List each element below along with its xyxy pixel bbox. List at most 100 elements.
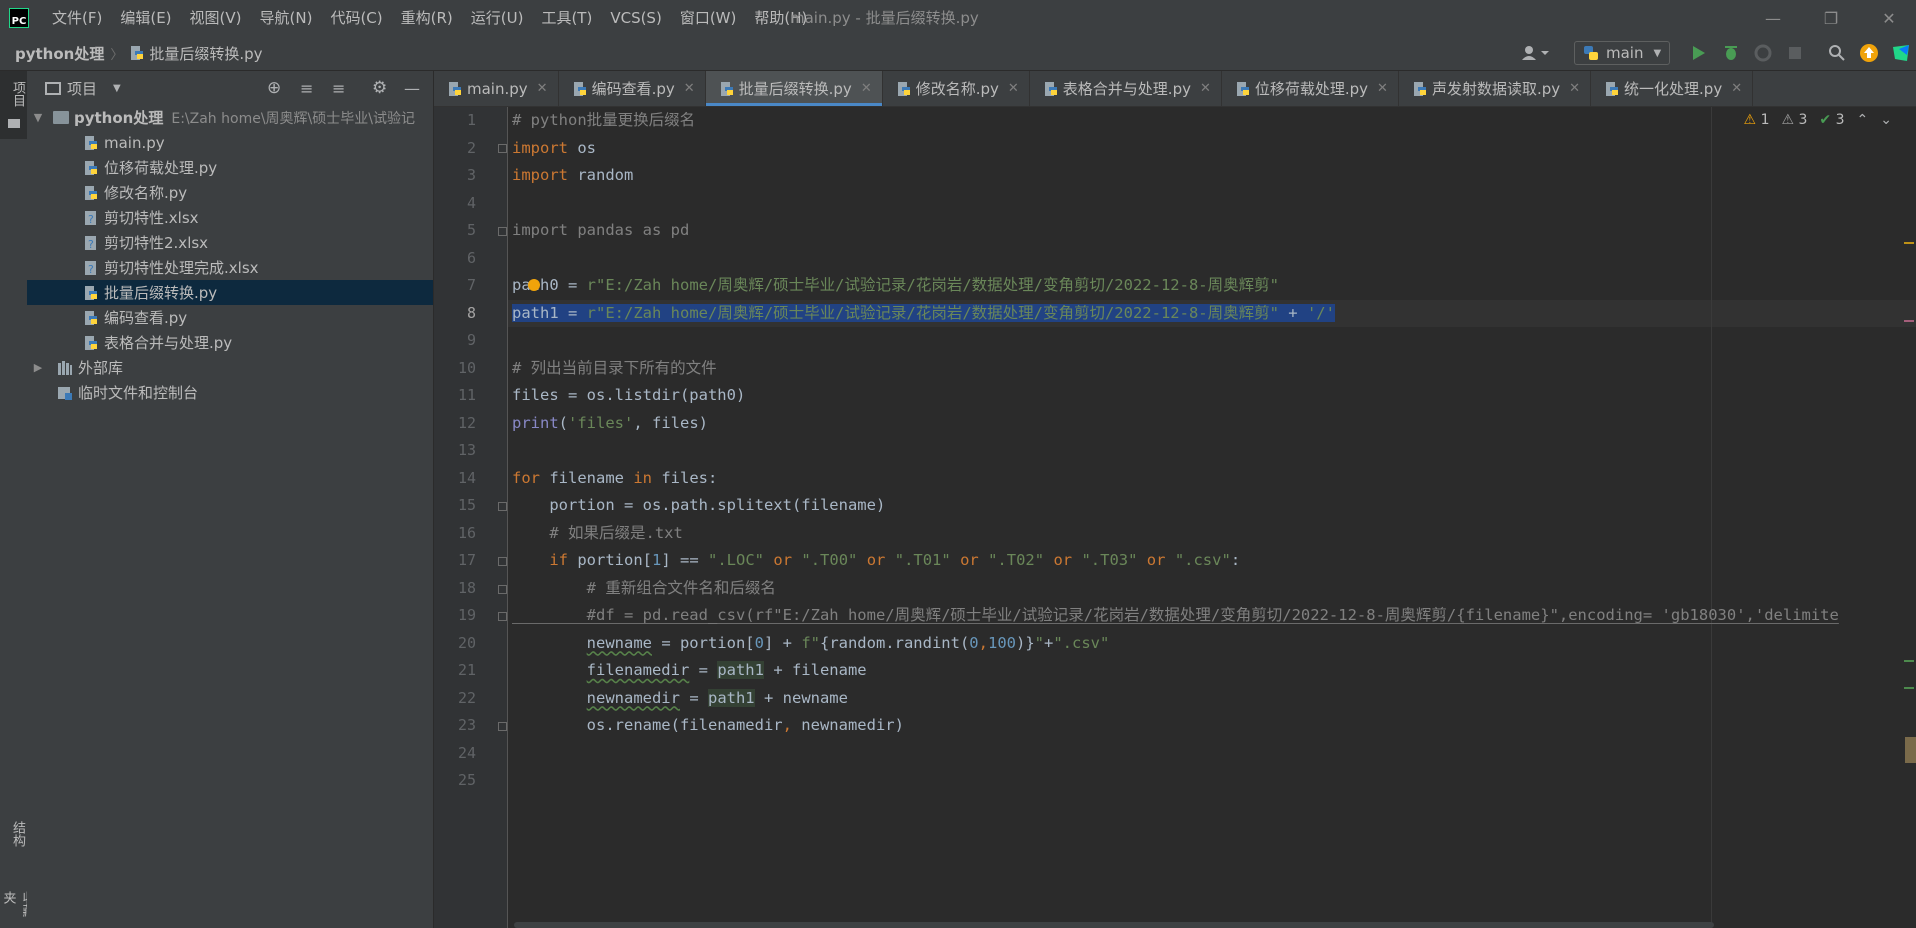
debug-icon[interactable] (1720, 42, 1742, 64)
hide-panel-icon[interactable]: — (404, 79, 420, 98)
fold-marker-icon[interactable] (498, 722, 507, 731)
breadcrumb-file[interactable]: 批量后缀转换.py (149, 43, 262, 64)
pycharm-logo-icon: PC (9, 8, 29, 28)
title-bar: PC 文件(F) 编辑(E) 视图(V) 导航(N) 代码(C) 重构(R) 运… (0, 0, 1916, 36)
tree-scratches[interactable]: 临时文件和控制台 (27, 380, 433, 405)
close-icon[interactable]: ✕ (684, 81, 695, 96)
close-icon[interactable]: ✕ (1200, 81, 1211, 96)
code-text: {random.randint( (819, 633, 970, 652)
gear-icon[interactable]: ⚙ (372, 78, 387, 98)
tree-file-row-selected[interactable]: 批量后缀转换.py (27, 280, 433, 305)
editor-tab[interactable]: 声发射数据读取.py ✕ (1399, 71, 1592, 106)
fold-marker-icon[interactable] (498, 612, 507, 621)
lightbulb-icon[interactable] (528, 279, 540, 291)
menu-edit[interactable]: 编辑(E) (111, 0, 180, 36)
coverage-icon[interactable] (1752, 42, 1774, 64)
fold-marker-icon[interactable] (498, 557, 507, 566)
close-icon[interactable]: ✕ (861, 81, 872, 96)
jetbrains-toolbox-icon[interactable] (1890, 42, 1912, 64)
close-icon[interactable]: ✕ (1008, 81, 1019, 96)
keyword: or (773, 551, 793, 569)
menu-window[interactable]: 窗口(W) (671, 0, 746, 36)
editor-tab[interactable]: 统一化处理.py ✕ (1591, 71, 1754, 106)
line-number: 17 (457, 551, 476, 569)
fold-marker-icon[interactable] (498, 227, 507, 236)
close-icon[interactable]: ✕ (1377, 81, 1388, 96)
run-icon[interactable] (1688, 42, 1710, 64)
fold-marker-icon[interactable] (498, 144, 507, 153)
tab-label: 统一化处理.py (1624, 80, 1723, 98)
menu-run[interactable]: 运行(U) (462, 0, 533, 36)
menu-code[interactable]: 代码(C) (321, 0, 391, 36)
warning-stripe[interactable] (1904, 660, 1914, 662)
scroll-thumb[interactable] (1905, 737, 1916, 763)
editor-tab[interactable]: 表格合并与处理.py ✕ (1030, 71, 1222, 106)
string-literal: r"E:/Zah home/周奥辉/硕士毕业/试验记录/花岗岩/数据处理/变角剪… (586, 303, 1279, 322)
breadcrumb-project[interactable]: python处理 (15, 43, 104, 64)
menu-refactor[interactable]: 重构(R) (392, 0, 462, 36)
code-text: ( (558, 413, 569, 432)
horizontal-scrollbar[interactable] (514, 922, 1714, 928)
tree-file-row[interactable]: 表格合并与处理.py (27, 330, 433, 355)
fold-marker-icon[interactable] (498, 585, 507, 594)
collapse-all-icon[interactable]: ≡ (332, 79, 345, 98)
menu-bar: 文件(F) 编辑(E) 视图(V) 导航(N) 代码(C) 重构(R) 运行(U… (43, 0, 816, 36)
code-editor[interactable]: 1 2 3 4 5 6 7 8 9 10 11 12 13 14 15 16 1… (434, 107, 1916, 928)
fold-marker-icon[interactable] (498, 502, 507, 511)
chevron-down-icon[interactable]: ▼ (31, 111, 45, 124)
restore-icon[interactable]: ❐ (1802, 0, 1860, 36)
code-text: ] == (661, 551, 709, 569)
search-icon[interactable] (1826, 42, 1848, 64)
code-text: + filename (763, 661, 867, 679)
editor-gutter[interactable]: 1 2 3 4 5 6 7 8 9 10 11 12 13 14 15 16 1… (434, 107, 508, 928)
expand-all-icon[interactable]: ≡ (300, 79, 313, 98)
check-icon: ✔ (1819, 112, 1832, 128)
chevron-down-icon[interactable]: ⌄ (1880, 112, 1892, 128)
tree-file-row[interactable]: ? 剪切特性.xlsx (27, 205, 433, 230)
tree-file-row[interactable]: 位移荷载处理.py (27, 155, 433, 180)
code-line-3: import random (512, 162, 633, 189)
warning-stripe[interactable] (1904, 242, 1914, 244)
tab-label: 修改名称.py (915, 80, 999, 98)
close-icon[interactable]: ✕ (537, 81, 548, 96)
menu-view[interactable]: 视图(V) (181, 0, 251, 36)
close-icon[interactable]: ✕ (1731, 81, 1742, 96)
warning-stripe[interactable] (1904, 687, 1914, 689)
tree-root-folder[interactable]: ▼ python处理 E:\Zah home\周奥辉\硕士毕业\试验记 (27, 105, 433, 130)
editor-tab[interactable]: 位移荷载处理.py ✕ (1222, 71, 1399, 106)
close-icon[interactable]: ✕ (1860, 0, 1916, 36)
run-configuration-selector[interactable]: main ▼ (1574, 41, 1671, 65)
stop-icon[interactable] (1784, 42, 1806, 64)
locate-file-icon[interactable]: ⊕ (267, 78, 281, 98)
line-number: 22 (457, 688, 476, 707)
tree-file-row[interactable]: main.py (27, 130, 433, 155)
chevron-right-icon[interactable]: ▶ (31, 361, 45, 374)
menu-file[interactable]: 文件(F) (43, 0, 111, 36)
editor-tab-active[interactable]: 批量后缀转换.py ✕ (705, 71, 883, 106)
string-literal: ".csv" (1053, 633, 1110, 652)
editor-tab[interactable]: 编码查看.py ✕ (559, 71, 706, 106)
chevron-down-icon[interactable]: ▼ (113, 83, 121, 94)
tree-file-row[interactable]: 修改名称.py (27, 180, 433, 205)
error-stripe[interactable] (1904, 320, 1914, 322)
menu-vcs[interactable]: VCS(S) (601, 0, 670, 36)
menu-tools[interactable]: 工具(T) (532, 0, 601, 36)
close-icon[interactable]: ✕ (1569, 81, 1580, 96)
warning-count[interactable]: ⚠ 3 (1781, 112, 1807, 128)
error-count-value: 1 (1760, 112, 1770, 128)
tree-file-row[interactable]: ? 剪切特性2.xlsx (27, 230, 433, 255)
editor-tab[interactable]: 修改名称.py ✕ (883, 71, 1030, 106)
tree-file-row[interactable]: ? 剪切特性处理完成.xlsx (27, 255, 433, 280)
menu-navigate[interactable]: 导航(N) (251, 0, 322, 36)
ok-count[interactable]: ✔ 3 (1819, 112, 1844, 128)
tree-file-row[interactable]: 编码查看.py (27, 305, 433, 330)
user-icon[interactable] (1518, 42, 1552, 64)
chevron-up-icon[interactable]: ⌃ (1857, 112, 1869, 128)
project-panel-title[interactable]: 项目 (67, 78, 97, 99)
editor-tab[interactable]: main.py ✕ (434, 71, 559, 106)
tree-external-libraries[interactable]: ▶ 外部库 (27, 355, 433, 380)
minimize-icon[interactable]: — (1744, 0, 1802, 36)
error-count[interactable]: ⚠ 1 (1744, 112, 1770, 128)
inspection-widget[interactable]: ⚠ 1 ⚠ 3 ✔ 3 ⌃ ⌄ (1744, 112, 1892, 128)
update-icon[interactable] (1858, 42, 1880, 64)
